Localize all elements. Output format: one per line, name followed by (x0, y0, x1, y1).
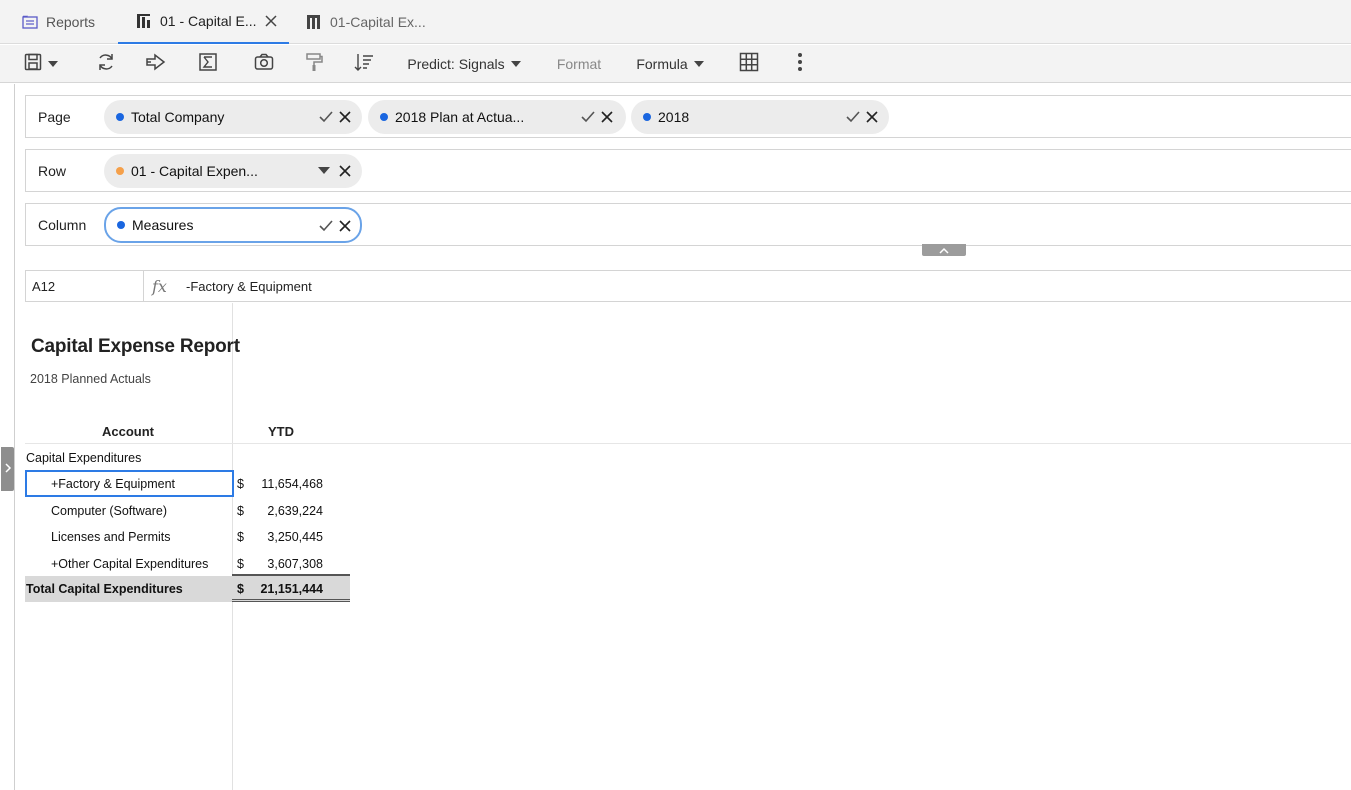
refresh-icon (96, 52, 116, 77)
reports-icon (22, 15, 38, 29)
pov-row-row: Row 01 - Capital Expen... (25, 149, 1351, 192)
total-double-underline (232, 599, 350, 602)
close-tab-icon[interactable] (264, 15, 277, 27)
dropdown-caret-icon[interactable] (318, 154, 330, 188)
predict-signals-menu[interactable]: Predict: Signals (405, 45, 523, 83)
refresh-button[interactable] (92, 45, 120, 83)
chevron-up-icon (939, 241, 949, 259)
formula-bar: A12 fx -Factory & Equipment (25, 270, 1351, 302)
sigma-box-icon (198, 52, 218, 77)
run-button[interactable] (142, 45, 170, 83)
clear-formulas-button[interactable] (194, 45, 222, 83)
cell-reference-field[interactable]: A12 (26, 271, 144, 301)
tab-active-label: 01 - Capital E... (160, 13, 257, 29)
close-icon[interactable] (601, 100, 613, 134)
paint-roller-icon (304, 52, 324, 77)
check-icon[interactable] (319, 100, 333, 134)
chip-label: Measures (132, 217, 194, 233)
chevron-down-icon (48, 61, 58, 67)
close-icon[interactable] (339, 154, 351, 188)
column-header-ytd[interactable]: YTD (268, 424, 294, 439)
total-border-top (232, 574, 350, 576)
close-icon[interactable] (866, 100, 878, 134)
save-icon (24, 53, 42, 76)
chip-label: Total Company (131, 109, 225, 125)
save-menu-button[interactable] (20, 45, 62, 83)
report-title: Capital Expense Report (31, 336, 240, 357)
column-divider (232, 303, 233, 790)
grid-report-icon (136, 13, 152, 29)
table-row-value[interactable]: 3,250,445 (233, 530, 323, 544)
check-icon[interactable] (846, 100, 860, 134)
tab-capital-expense-2[interactable]: 01-Capital Ex... (306, 0, 426, 44)
table-row-value[interactable]: 3,607,308 (233, 557, 323, 571)
chip-2018[interactable]: 2018 (631, 100, 889, 134)
dimension-dot (117, 221, 125, 229)
pov-page-label: Page (38, 108, 71, 125)
more-options-button[interactable] (788, 45, 812, 83)
format-label: Format (556, 56, 602, 72)
formula-input[interactable]: -Factory & Equipment (186, 271, 312, 301)
formula-menu[interactable]: Formula (634, 45, 706, 83)
check-icon[interactable] (319, 209, 333, 243)
dimension-dot (116, 113, 124, 121)
tab-bar: Reports 01 - Capital E... 01-Capital Ex.… (0, 0, 1351, 44)
chip-plan-at-actuals[interactable]: 2018 Plan at Actua... (368, 100, 626, 134)
arrow-right-icon (145, 52, 167, 76)
dimension-dot (116, 167, 124, 175)
chip-capital-expenditures[interactable]: 01 - Capital Expen... (104, 154, 362, 188)
dimension-dot (380, 113, 388, 121)
chip-label: 2018 Plan at Actua... (395, 109, 525, 125)
chip-label: 2018 (658, 109, 690, 125)
table-row-label[interactable]: +Other Capital Expenditures (51, 557, 208, 571)
total-label[interactable]: Total Capital Expenditures (26, 582, 183, 596)
chevron-down-icon (510, 61, 521, 67)
column-header-account[interactable]: Account (102, 424, 154, 439)
fx-icon: fx (152, 276, 167, 296)
grid-view-button[interactable] (736, 45, 762, 83)
chip-label: 01 - Capital Expen... (131, 163, 258, 179)
collapse-pov-button[interactable] (922, 244, 966, 256)
table-row-label[interactable]: Computer (Software) (51, 504, 167, 518)
table-row-label[interactable]: +Factory & Equipment (51, 477, 175, 491)
chip-measures[interactable]: Measures (104, 207, 362, 243)
tab-second-label: 01-Capital Ex... (330, 14, 426, 30)
chevron-right-icon (4, 460, 12, 478)
camera-icon (254, 53, 274, 76)
pov-column-row: Column Measures (25, 203, 1351, 246)
tab-reports-label: Reports (46, 14, 96, 30)
spreadsheet-area[interactable] (15, 303, 1351, 790)
close-icon[interactable] (339, 209, 351, 243)
table-row-value[interactable]: 11,654,468 (233, 477, 323, 491)
formula-label: Formula (636, 56, 688, 72)
pov-page-row: Page Total Company 2018 Plan at Actua...… (25, 95, 1351, 138)
table-row-value[interactable]: 2,639,224 (233, 504, 323, 518)
header-divider (25, 443, 1351, 444)
format-menu[interactable]: Format (552, 45, 606, 83)
tab-capital-expense-active[interactable]: 01 - Capital E... (118, 0, 289, 44)
close-icon[interactable] (339, 100, 351, 134)
table-row-label[interactable]: Licenses and Permits (51, 530, 171, 544)
tab-reports[interactable]: Reports (22, 0, 95, 44)
sort-button[interactable] (350, 45, 378, 83)
chip-total-company[interactable]: Total Company (104, 100, 362, 134)
dimension-dot (643, 113, 651, 121)
sort-lines-icon (354, 52, 374, 77)
predict-signals-label: Predict: Signals (407, 56, 505, 72)
more-vertical-icon (797, 52, 803, 77)
format-painter-button[interactable] (300, 45, 328, 83)
chevron-down-icon (693, 61, 704, 67)
expand-panel-handle[interactable] (1, 447, 14, 491)
snapshot-button[interactable] (250, 45, 278, 83)
columns-icon (306, 14, 322, 30)
check-icon[interactable] (581, 100, 595, 134)
pov-column-label: Column (38, 216, 87, 233)
table-grid-icon (739, 52, 759, 77)
total-value[interactable]: 21,151,444 (233, 582, 323, 596)
group-label-capital-expenditures[interactable]: Capital Expenditures (26, 451, 141, 465)
pov-row-label: Row (38, 162, 67, 179)
report-subtitle: 2018 Planned Actuals (30, 372, 151, 386)
toolbar: Predict: Signals Format Formula (0, 45, 1351, 83)
